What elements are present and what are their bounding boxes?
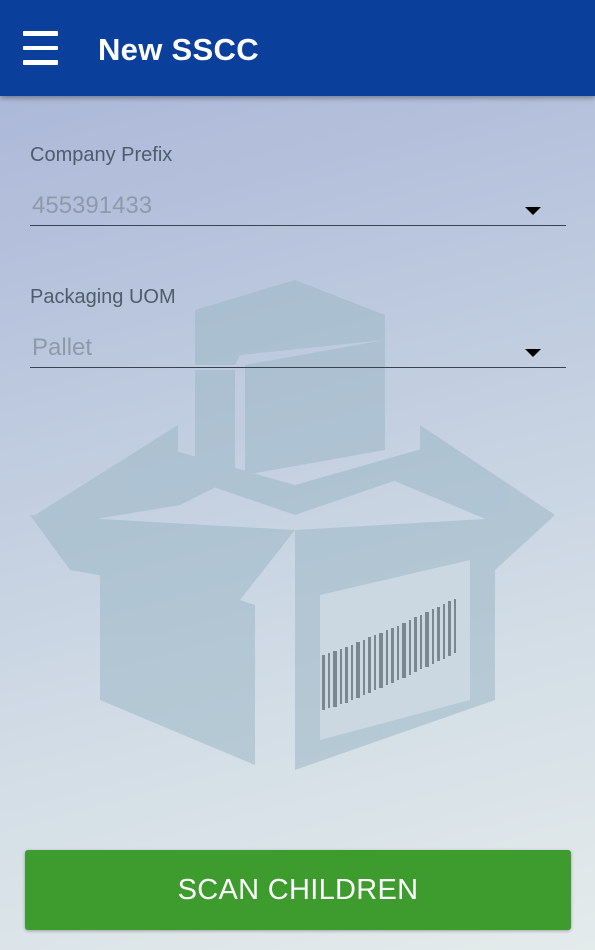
company-prefix-label: Company Prefix (30, 144, 173, 166)
dropdown-arrow-icon[interactable] (525, 207, 541, 215)
packaging-uom-value: Pallet (32, 334, 93, 361)
packaging-uom-select[interactable]: Pallet (30, 321, 566, 368)
company-prefix-value: 455391433 (32, 192, 153, 219)
scan-children-button[interactable]: SCAN CHILDREN (25, 850, 571, 930)
app-bar: New SSCC (0, 0, 595, 96)
packaging-uom-label: Packaging UOM (30, 286, 176, 308)
page-title: New SSCC (98, 32, 259, 67)
company-prefix-select[interactable]: 455391433 (30, 179, 566, 226)
dropdown-arrow-icon[interactable] (525, 349, 541, 357)
hamburger-menu-icon[interactable] (23, 31, 58, 65)
